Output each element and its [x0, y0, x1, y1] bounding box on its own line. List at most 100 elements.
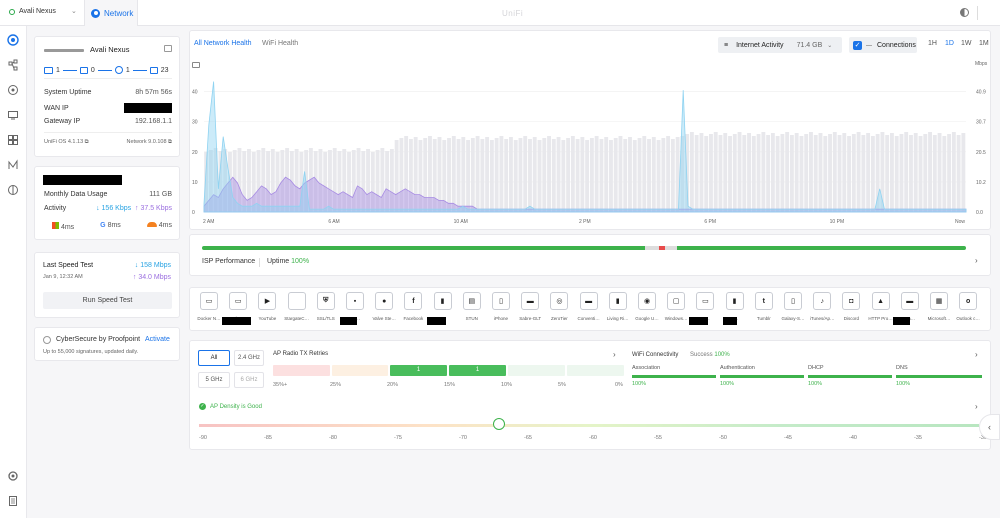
dashboard-icon[interactable] [7, 34, 19, 46]
connections-bar [494, 138, 499, 212]
connections-bar [937, 133, 942, 212]
connections-bar [609, 140, 613, 212]
os-version[interactable]: UniFi OS 4.1.13 ⧉ [44, 139, 89, 146]
connections-bar [913, 133, 918, 212]
app-item[interactable]: o Outlook c… [954, 292, 982, 330]
chevron-right-icon[interactable]: › [975, 402, 978, 411]
topology-icon[interactable] [7, 59, 19, 71]
connections-bar [566, 138, 571, 212]
logs-icon[interactable] [7, 495, 19, 507]
band-all-button[interactable]: All [198, 350, 230, 366]
gateway-count-icon [44, 66, 53, 74]
app-item[interactable]: f Facebook [399, 292, 427, 330]
top-clients-row: ▭Docker N…▭Pla…▶YouTubeStargateC…⛨SSL/TL… [189, 287, 991, 331]
cybersecure-desc: Up to 55,000 signatures, updated daily. [43, 349, 139, 355]
connections-bar [847, 136, 851, 212]
connections-bar [599, 139, 604, 212]
connections-bar [651, 137, 656, 212]
redacted-label [689, 317, 708, 325]
traffic-icon[interactable] [7, 159, 19, 171]
app-item[interactable]: ● Valve Ste… [370, 292, 398, 330]
app-item[interactable]: ▯ iPhone [487, 292, 515, 330]
app-item[interactable]: ▬ Conventi… [575, 292, 603, 330]
security-icon[interactable] [7, 184, 19, 196]
clients-icon[interactable] [7, 109, 19, 121]
app-item[interactable]: ◘ Discord [837, 292, 865, 330]
app-item[interactable]: ▭ Docker N… [195, 292, 223, 330]
os-version-label: UniFi OS 4.1.13 [44, 139, 84, 145]
connections-bar [747, 133, 751, 212]
app-label: HTTP Pro… [868, 316, 893, 321]
cybersecure-title: CyberSecure by Proofpoint [56, 336, 141, 343]
network-version[interactable]: Network 9.0.108 ⧉ [126, 139, 172, 146]
connections-bar [523, 136, 528, 212]
theme-toggle-icon[interactable] [960, 8, 969, 17]
app-item[interactable]: ▯ Galaxy-S… [779, 292, 807, 330]
connections-bar [828, 134, 832, 212]
isp-uptime-bar [202, 246, 966, 250]
ap-count: 1 [125, 66, 130, 74]
connections-bar [856, 132, 861, 212]
x-tick-label: 6 PM [704, 219, 716, 225]
activate-link[interactable]: Activate [145, 336, 170, 343]
connections-bar [809, 132, 813, 212]
app-item[interactable]: ▦ Microsoft… [925, 292, 953, 330]
retries-tick: 10% [501, 382, 513, 388]
app-item[interactable]: ▲ HTTP Pro… [867, 292, 895, 330]
connections-bar [928, 132, 932, 212]
insights-icon[interactable] [7, 134, 19, 146]
app-item[interactable]: ◉ Google U… [633, 292, 661, 330]
app-item[interactable]: ▬ Sabre-GLT [516, 292, 544, 330]
band-2-4ghz-button[interactable]: 2.4 GHz [234, 350, 264, 366]
redacted-label [427, 317, 446, 325]
app-item[interactable]: t Tumblr [750, 292, 778, 330]
connections-bar [528, 139, 532, 212]
connections-bar [556, 137, 561, 212]
chevron-right-icon[interactable]: › [975, 350, 978, 359]
connections-bar [489, 140, 494, 212]
gateway-card[interactable]: Avali Nexus 1 0 1 23 System Uptime 8h 57m… [34, 36, 180, 157]
connections-bar [589, 138, 594, 212]
run-speed-test-button[interactable]: Run Speed Test [43, 292, 172, 309]
gateway-view-icon[interactable] [164, 45, 172, 52]
wifi-step-value: 100% [632, 381, 647, 387]
connections-bar [594, 136, 599, 212]
connections-bar [818, 133, 823, 212]
phone-icon: ▮ [725, 292, 744, 310]
app-item[interactable]: StargateC… [283, 292, 311, 330]
app-label: Windows… [664, 316, 688, 321]
app-item[interactable]: ♪ iTunes/Ap… [808, 292, 836, 330]
app-label: StargateC… [284, 316, 309, 321]
chevron-right-icon[interactable]: › [975, 256, 978, 265]
connections-bar [761, 132, 766, 212]
tab-network[interactable]: Network [84, 0, 138, 26]
connections-bar [699, 133, 704, 212]
density-gradient-bar [199, 424, 979, 427]
network-health-chart-card: All Network Health WiFi Health ≡ Interne… [189, 30, 991, 230]
wifi-step-name: Association [632, 365, 661, 371]
activity-up: 37.5 Kbps [140, 205, 172, 212]
app-item[interactable]: ▢ Windows… [662, 292, 690, 330]
band-5ghz-button[interactable]: 5 GHz [198, 372, 230, 388]
y2-tick-label: 10.2 [976, 180, 986, 186]
chevron-right-icon[interactable]: › [613, 350, 616, 359]
collapse-panel-button[interactable]: ‹ [979, 414, 1000, 440]
app-item[interactable]: ◎ ZeroTier [545, 292, 573, 330]
isp-name-redacted [43, 175, 122, 185]
connections-bar [742, 135, 747, 212]
app-item[interactable]: ▤ STUN [458, 292, 486, 330]
app-item[interactable]: ▮ Living Ri… [604, 292, 632, 330]
google-icon: ◉ [638, 292, 656, 310]
chevron-down-icon[interactable]: ⌄ [71, 7, 77, 15]
isp-performance-card[interactable]: ISP Performance Uptime 100% › [189, 234, 991, 276]
devices-icon[interactable] [7, 84, 19, 96]
client-count-icon [149, 66, 158, 74]
connections-bar [799, 136, 804, 212]
settings-gear-icon[interactable] [7, 470, 19, 482]
band-6ghz-button[interactable]: 6 GHz [234, 372, 264, 388]
app-item[interactable]: ▶ YouTube [253, 292, 281, 330]
site-selector[interactable]: Avali Nexus [9, 8, 56, 15]
connections-bar [632, 140, 637, 212]
uptime-value: 100% [291, 258, 310, 265]
app-item[interactable]: ⛨ SSL/TLS [312, 292, 340, 330]
